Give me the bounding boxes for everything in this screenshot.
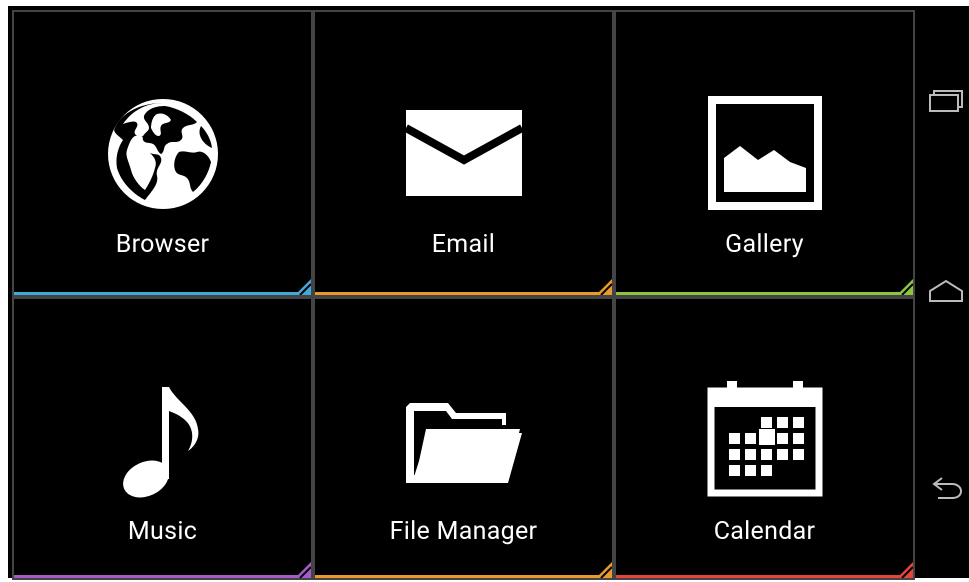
- tile-label-browser: Browser: [115, 230, 210, 259]
- corner-mark-browser: [295, 279, 311, 295]
- accent-bar-gallery: [616, 292, 913, 295]
- tile-label-gallery: Gallery: [725, 230, 804, 259]
- app-launcher-screen: Browser Email Gallery Music File Manager…: [0, 0, 969, 582]
- accent-bar-browser: [14, 292, 311, 295]
- tile-gallery[interactable]: Gallery: [614, 10, 915, 297]
- back-icon: [932, 477, 963, 499]
- back-button[interactable]: [926, 467, 966, 507]
- recent-apps-button[interactable]: [926, 81, 966, 121]
- tile-music[interactable]: Music: [12, 297, 313, 580]
- globe-icon: [107, 99, 218, 209]
- home-button[interactable]: [926, 271, 966, 311]
- accent-bar-calendar: [616, 575, 913, 578]
- accent-bar-file-manager: [315, 575, 612, 578]
- envelope-icon: [405, 110, 522, 196]
- screen-frame-left: [0, 0, 8, 582]
- picture-icon: [707, 96, 822, 210]
- corner-mark-email: [596, 279, 612, 295]
- tile-calendar[interactable]: Calendar: [614, 297, 915, 580]
- corner-mark-file-manager: [596, 562, 612, 578]
- system-navigation-bar: [918, 6, 969, 578]
- folder-icon: [405, 403, 522, 483]
- accent-bar-music: [14, 575, 311, 578]
- tile-browser[interactable]: Browser: [12, 10, 313, 297]
- tile-label-email: Email: [431, 230, 496, 259]
- tile-label-music: Music: [127, 517, 198, 546]
- tile-label-calendar: Calendar: [713, 517, 816, 546]
- recent-apps-icon: [929, 90, 963, 112]
- screen-frame-top: [0, 0, 969, 6]
- tile-email[interactable]: Email: [313, 10, 614, 297]
- music-note-icon: [122, 387, 198, 498]
- accent-bar-email: [315, 292, 612, 295]
- tile-file-manager[interactable]: File Manager: [313, 297, 614, 580]
- corner-mark-calendar: [897, 562, 913, 578]
- corner-mark-gallery: [897, 279, 913, 295]
- app-grid: Browser Email Gallery Music File Manager…: [12, 10, 915, 580]
- calendar-icon: [707, 381, 822, 497]
- home-icon: [929, 279, 963, 302]
- tile-label-file-manager: File Manager: [389, 517, 538, 546]
- corner-mark-music: [295, 562, 311, 578]
